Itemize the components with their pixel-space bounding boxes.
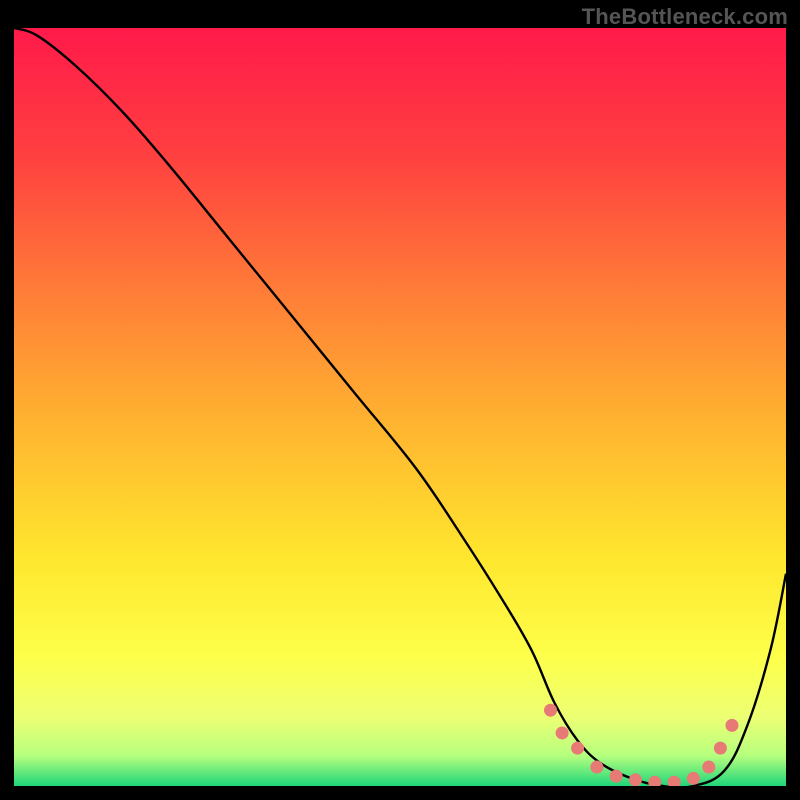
marker-dot bbox=[687, 772, 700, 785]
marker-dot bbox=[714, 742, 727, 755]
marker-dot bbox=[590, 761, 603, 774]
marker-dot bbox=[610, 770, 623, 783]
chart-plot-area bbox=[14, 28, 786, 786]
marker-dot bbox=[544, 704, 557, 717]
gradient-background bbox=[14, 28, 786, 786]
watermark-text: TheBottleneck.com bbox=[582, 4, 788, 30]
marker-dot bbox=[629, 773, 642, 786]
frame: TheBottleneck.com bbox=[0, 0, 800, 800]
marker-dot bbox=[556, 726, 569, 739]
chart-svg bbox=[14, 28, 786, 786]
marker-dot bbox=[571, 742, 584, 755]
marker-dot bbox=[725, 719, 738, 732]
marker-dot bbox=[702, 761, 715, 774]
